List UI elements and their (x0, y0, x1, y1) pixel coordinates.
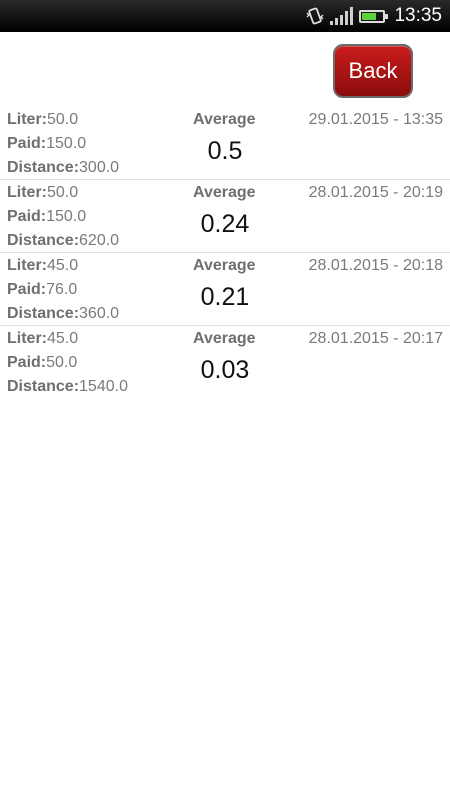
distance-label: Distance: (7, 232, 80, 249)
distance-label: Distance: (7, 378, 80, 395)
average-value: 0.03 (200, 356, 250, 384)
paid-value: 50.0 (46, 354, 78, 371)
liter-value: 45.0 (47, 257, 79, 274)
liter-value: 50.0 (47, 111, 79, 128)
back-button[interactable]: Back (333, 44, 413, 98)
paid-row: Paid:150.0 (7, 207, 86, 227)
entry-date: 28.01.2015 - 20:19 (308, 184, 443, 201)
distance-value: 1540.0 (79, 378, 128, 395)
liter-label: Liter: (7, 184, 47, 201)
paid-row: Paid:76.0 (7, 280, 77, 300)
status-time: 13:35 (394, 5, 442, 26)
paid-label: Paid: (7, 135, 47, 152)
paid-value: 76.0 (46, 281, 78, 298)
average-label: Average (193, 111, 256, 128)
liter-label: Liter: (7, 257, 47, 274)
liter-row: Liter:50.0 (7, 183, 78, 203)
liter-label: Liter: (7, 330, 47, 347)
liter-row: Liter:45.0 (7, 329, 78, 349)
fuel-entries-list: Liter:50.0 Paid:150.0 Distance:300.0 Ave… (0, 107, 450, 399)
list-item[interactable]: Liter:50.0 Paid:150.0 Distance:300.0 Ave… (0, 107, 450, 180)
entry-date: 28.01.2015 - 20:17 (308, 330, 443, 347)
liter-row: Liter:50.0 (7, 110, 78, 130)
average-label: Average (193, 257, 256, 274)
battery-icon (359, 9, 389, 23)
battery-fill (362, 12, 376, 20)
vibrate-icon (306, 7, 324, 25)
paid-label: Paid: (7, 354, 47, 371)
distance-label: Distance: (7, 159, 80, 176)
liter-row: Liter:45.0 (7, 256, 78, 276)
distance-row: Distance:360.0 (7, 304, 119, 324)
list-item[interactable]: Liter:45.0 Paid:76.0 Distance:360.0 Aver… (0, 253, 450, 326)
paid-label: Paid: (7, 208, 47, 225)
distance-value: 300.0 (79, 159, 120, 176)
distance-value: 360.0 (79, 305, 120, 322)
entry-date: 29.01.2015 - 13:35 (308, 111, 443, 128)
average-value: 0.24 (200, 210, 250, 238)
paid-row: Paid:50.0 (7, 353, 77, 373)
distance-row: Distance:620.0 (7, 231, 119, 251)
distance-value: 620.0 (79, 232, 120, 249)
distance-row: Distance:300.0 (7, 158, 119, 178)
distance-row: Distance:1540.0 (7, 377, 128, 397)
status-bar: 13:35 (0, 0, 450, 32)
signal-icon (330, 7, 354, 25)
average-value: 0.5 (207, 137, 243, 165)
average-label: Average (193, 330, 256, 347)
list-item[interactable]: Liter:45.0 Paid:50.0 Distance:1540.0 Ave… (0, 326, 450, 399)
paid-label: Paid: (7, 281, 47, 298)
status-icons: 13:35 (306, 0, 442, 32)
liter-value: 50.0 (47, 184, 79, 201)
paid-value: 150.0 (46, 208, 87, 225)
liter-value: 45.0 (47, 330, 79, 347)
list-item[interactable]: Liter:50.0 Paid:150.0 Distance:620.0 Ave… (0, 180, 450, 253)
average-value: 0.21 (200, 283, 250, 311)
paid-row: Paid:150.0 (7, 134, 86, 154)
liter-label: Liter: (7, 111, 47, 128)
distance-label: Distance: (7, 305, 80, 322)
entry-date: 28.01.2015 - 20:18 (308, 257, 443, 274)
paid-value: 150.0 (46, 135, 87, 152)
average-label: Average (193, 184, 256, 201)
